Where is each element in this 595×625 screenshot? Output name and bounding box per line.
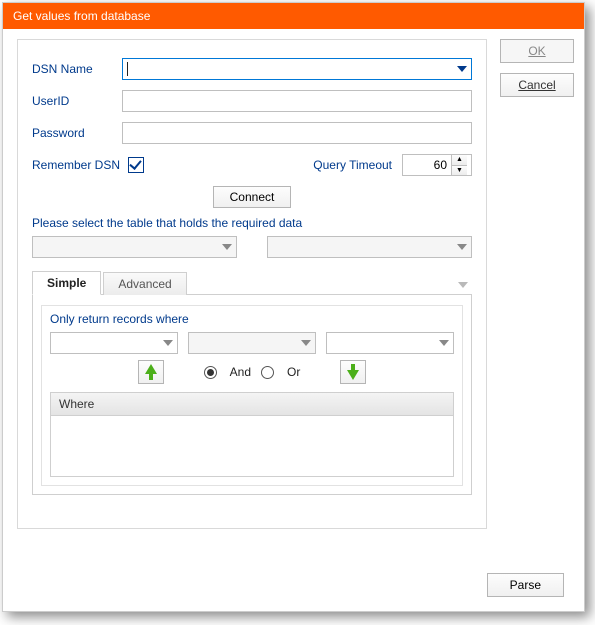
or-radio[interactable] <box>261 366 274 379</box>
chevron-down-icon <box>163 340 173 346</box>
and-radio[interactable] <box>204 366 217 379</box>
table-select-1[interactable] <box>32 236 237 258</box>
window-title: Get values from database <box>3 3 584 29</box>
chevron-down-icon <box>301 340 311 346</box>
and-label: And <box>230 365 251 379</box>
select-table-label: Please select the table that holds the r… <box>32 216 472 230</box>
filter-field-combo[interactable] <box>50 332 178 354</box>
where-grid[interactable]: Where <box>50 392 454 477</box>
filter-operator-combo[interactable] <box>188 332 316 354</box>
tab-body-simple: Only return records where And <box>32 295 472 495</box>
dsn-name-combo[interactable] <box>122 58 472 80</box>
chevron-down-icon <box>457 244 467 250</box>
tabstrip: Simple Advanced <box>32 270 472 295</box>
connect-button[interactable]: Connect <box>213 186 292 208</box>
or-label: Or <box>287 365 300 379</box>
password-input[interactable] <box>122 122 472 144</box>
main-panel: DSN Name UserID Password Remember DSN Qu… <box>17 39 487 529</box>
spinner-down-icon[interactable]: ▼ <box>452 166 467 176</box>
query-timeout-spinner[interactable]: ▲ ▼ <box>402 154 472 176</box>
chevron-down-icon <box>439 340 449 346</box>
table-select-2[interactable] <box>267 236 472 258</box>
password-label: Password <box>32 126 122 140</box>
userid-label: UserID <box>32 94 122 108</box>
cancel-button[interactable]: Cancel <box>500 73 574 97</box>
move-up-button[interactable] <box>138 360 164 384</box>
chevron-down-icon <box>222 244 232 250</box>
query-timeout-label: Query Timeout <box>313 158 392 172</box>
chevron-down-icon <box>457 66 467 72</box>
tab-simple[interactable]: Simple <box>32 271 101 295</box>
filter-heading: Only return records where <box>50 312 454 326</box>
arrow-down-icon <box>347 364 359 380</box>
query-timeout-input[interactable] <box>403 155 451 175</box>
filter-value-combo[interactable] <box>326 332 454 354</box>
tab-advanced[interactable]: Advanced <box>103 272 186 295</box>
text-caret <box>127 62 128 76</box>
dsn-name-label: DSN Name <box>32 62 122 76</box>
arrow-up-icon <box>145 364 157 380</box>
where-grid-header: Where <box>51 393 453 416</box>
tabs-overflow-icon[interactable] <box>458 282 468 288</box>
remember-dsn-checkbox[interactable] <box>128 157 144 173</box>
spinner-up-icon[interactable]: ▲ <box>452 155 467 166</box>
parse-button[interactable]: Parse <box>487 573 564 597</box>
move-down-button[interactable] <box>340 360 366 384</box>
userid-input[interactable] <box>122 90 472 112</box>
remember-dsn-label: Remember DSN <box>32 158 120 172</box>
ok-button[interactable]: OK <box>500 39 574 63</box>
